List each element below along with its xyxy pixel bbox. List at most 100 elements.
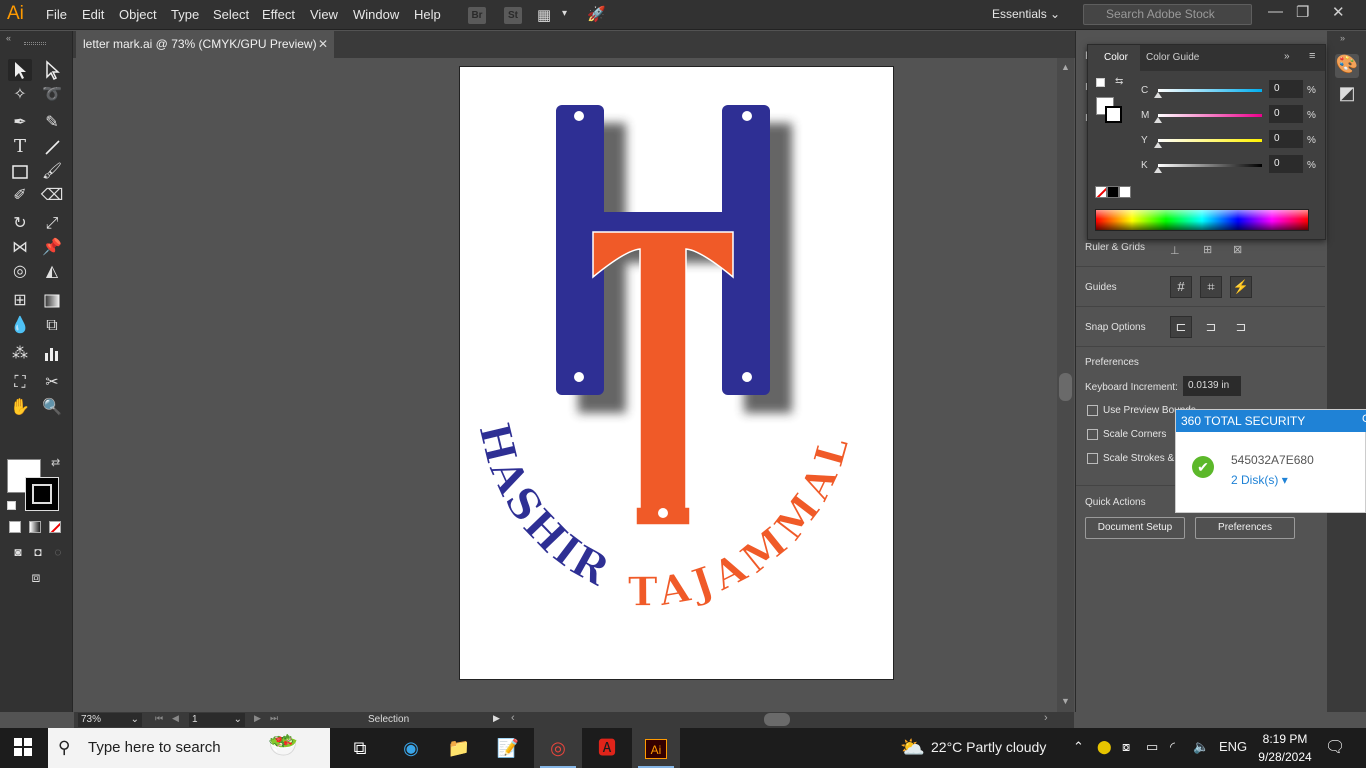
vertical-scroll-thumb[interactable]	[1059, 373, 1072, 401]
minimize-icon[interactable]: —	[1268, 3, 1283, 20]
horizontal-scroll-thumb[interactable]	[764, 713, 790, 726]
weather-icon[interactable]: ⛅	[900, 735, 925, 760]
black-slider-thumb[interactable]	[1154, 167, 1162, 173]
rectangle-tool-icon[interactable]	[8, 161, 32, 183]
eraser-tool-icon[interactable]: ⌫	[40, 185, 64, 207]
next-artboard-icon[interactable]: ▶	[254, 713, 261, 724]
menu-object[interactable]: Object	[119, 7, 157, 22]
wifi-icon[interactable]: ◜	[1170, 739, 1175, 755]
scale-corners-checkbox[interactable]	[1087, 429, 1098, 440]
swap-colors-icon[interactable]: ⇆	[1115, 76, 1123, 87]
draw-inside-icon[interactable]: ◌	[46, 541, 70, 563]
scroll-up-icon[interactable]: ▲	[1061, 62, 1070, 72]
menu-help[interactable]: Help	[414, 7, 441, 22]
artboard[interactable]: HASHIR TAJAMMAL	[459, 66, 894, 680]
snap-to-pixel-icon[interactable]: ⊐	[1230, 316, 1252, 338]
color-stroke-swatch[interactable]	[1105, 106, 1122, 123]
direct-selection-tool-icon[interactable]	[40, 59, 64, 81]
search-highlight-icon[interactable]: 🥗	[268, 731, 298, 760]
last-artboard-icon[interactable]: ⏭	[270, 713, 278, 724]
status-menu-icon[interactable]: ▶	[493, 713, 500, 724]
lock-guides-icon[interactable]: ⌗	[1200, 276, 1222, 298]
battery-icon[interactable]: ▭	[1146, 739, 1158, 755]
magic-wand-tool-icon[interactable]: ✧	[8, 84, 32, 106]
scroll-down-icon[interactable]: ▼	[1061, 696, 1070, 706]
black-value[interactable]: 0	[1269, 155, 1303, 173]
stroke-swatch[interactable]	[25, 477, 59, 511]
snap-to-point-icon[interactable]: ⊏	[1170, 316, 1192, 338]
security-tray-icon[interactable]: ⬤	[1097, 739, 1112, 755]
show-guides-icon[interactable]: #	[1170, 276, 1192, 298]
file-explorer-icon[interactable]: 📁	[435, 728, 483, 768]
windows-start-icon[interactable]	[14, 738, 32, 756]
cyan-value[interactable]: 0	[1269, 80, 1303, 98]
stock-button[interactable]: St	[504, 7, 522, 24]
keyboard-increment-input[interactable]: 0.0139 in	[1183, 376, 1241, 396]
shaper-tool-icon[interactable]: ✐	[8, 185, 32, 207]
status-text[interactable]: Selection	[368, 714, 409, 725]
ruler-icon[interactable]: ⊥	[1170, 244, 1180, 257]
acrobat-reader-icon[interactable]: 🅰	[583, 728, 631, 768]
zoom-tool-icon[interactable]: 🔍	[40, 397, 64, 419]
workspace-switcher[interactable]: Essentials ⌄	[992, 7, 1060, 21]
color-spectrum[interactable]	[1095, 209, 1309, 231]
preferences-button[interactable]: Preferences	[1195, 517, 1295, 539]
gradient-tool-icon[interactable]	[40, 290, 64, 312]
use-preview-bounds-checkbox[interactable]	[1087, 405, 1098, 416]
hand-tool-icon[interactable]: ✋	[8, 397, 32, 419]
restore-icon[interactable]: ❐	[1296, 3, 1309, 21]
menu-window[interactable]: Window	[353, 7, 399, 22]
black-slider[interactable]	[1158, 164, 1262, 167]
lasso-tool-icon[interactable]: ➰	[40, 84, 64, 106]
color-palette-icon[interactable]: 🎨	[1335, 54, 1359, 78]
tab-color-guide[interactable]: Color Guide	[1146, 45, 1199, 71]
chevron-down-icon[interactable]: ▾	[562, 8, 567, 19]
notepad-icon[interactable]: 📝	[484, 728, 532, 768]
language-indicator[interactable]: ENG	[1219, 739, 1247, 754]
white-swatch[interactable]	[1119, 186, 1131, 198]
eyedropper-tool-icon[interactable]: 💧	[8, 315, 32, 337]
none-swatch[interactable]	[1095, 186, 1107, 198]
weather-widget[interactable]: 22°C Partly cloudy	[931, 739, 1046, 755]
bridge-button[interactable]: Br	[468, 7, 486, 24]
puppet-warp-tool-icon[interactable]: 📌	[40, 237, 64, 259]
color-mode-icon[interactable]	[9, 521, 21, 533]
width-tool-icon[interactable]: ⋈	[8, 237, 32, 259]
magenta-value[interactable]: 0	[1269, 105, 1303, 123]
color-guide-icon[interactable]: ◩	[1335, 83, 1359, 107]
yellow-slider-thumb[interactable]	[1154, 142, 1162, 148]
stock-search-input[interactable]: Search Adobe Stock	[1083, 4, 1252, 25]
notification-disks-link[interactable]: 2 Disk(s) ▾	[1231, 473, 1288, 487]
screen-mode-icon[interactable]: ⧈	[24, 566, 48, 588]
symbol-sprayer-tool-icon[interactable]: ⁂	[8, 343, 32, 365]
edge-browser-icon[interactable]: ◉	[387, 728, 435, 768]
panel-grip[interactable]	[24, 42, 46, 45]
close-icon[interactable]: C	[1362, 413, 1366, 425]
close-icon[interactable]: ✕	[318, 31, 328, 58]
tab-color[interactable]: Color	[1088, 45, 1140, 71]
mesh-tool-icon[interactable]: ⊞	[8, 290, 32, 312]
line-tool-icon[interactable]	[40, 136, 64, 158]
security-notification[interactable]: 360 TOTAL SECURITY C ✔ 545032A7E680 2 Di…	[1175, 409, 1366, 513]
volume-icon[interactable]: 🔈	[1193, 739, 1209, 755]
rotate-tool-icon[interactable]: ↻	[8, 213, 32, 235]
magenta-slider-thumb[interactable]	[1154, 117, 1162, 123]
snap-to-grid-icon[interactable]: ⊐	[1200, 316, 1222, 338]
first-artboard-icon[interactable]: ⏮	[155, 713, 163, 724]
paintbrush-tool-icon[interactable]: 🖌	[40, 161, 64, 183]
menu-view[interactable]: View	[310, 7, 338, 22]
collapse-icon[interactable]: »	[1340, 33, 1345, 43]
menu-file[interactable]: File	[46, 7, 67, 22]
blend-tool-icon[interactable]: ⧉	[40, 315, 64, 337]
selection-tool-icon[interactable]	[8, 59, 32, 81]
shape-builder-tool-icon[interactable]: ◎	[8, 261, 32, 283]
magenta-slider[interactable]	[1158, 114, 1262, 117]
swap-fill-stroke-icon[interactable]: ⇄	[51, 456, 60, 469]
scale-tool-icon[interactable]: ⤢	[40, 213, 64, 235]
notifications-icon[interactable]: 🗨	[1325, 737, 1345, 757]
slice-tool-icon[interactable]: ✂	[40, 372, 64, 394]
document-tab[interactable]: letter mark.ai @ 73% (CMYK/GPU Preview) …	[76, 31, 334, 58]
menu-effect[interactable]: Effect	[262, 7, 295, 22]
smart-guides-icon[interactable]: ⚡	[1230, 276, 1252, 298]
grid-icon[interactable]: ⊞	[1203, 243, 1212, 256]
